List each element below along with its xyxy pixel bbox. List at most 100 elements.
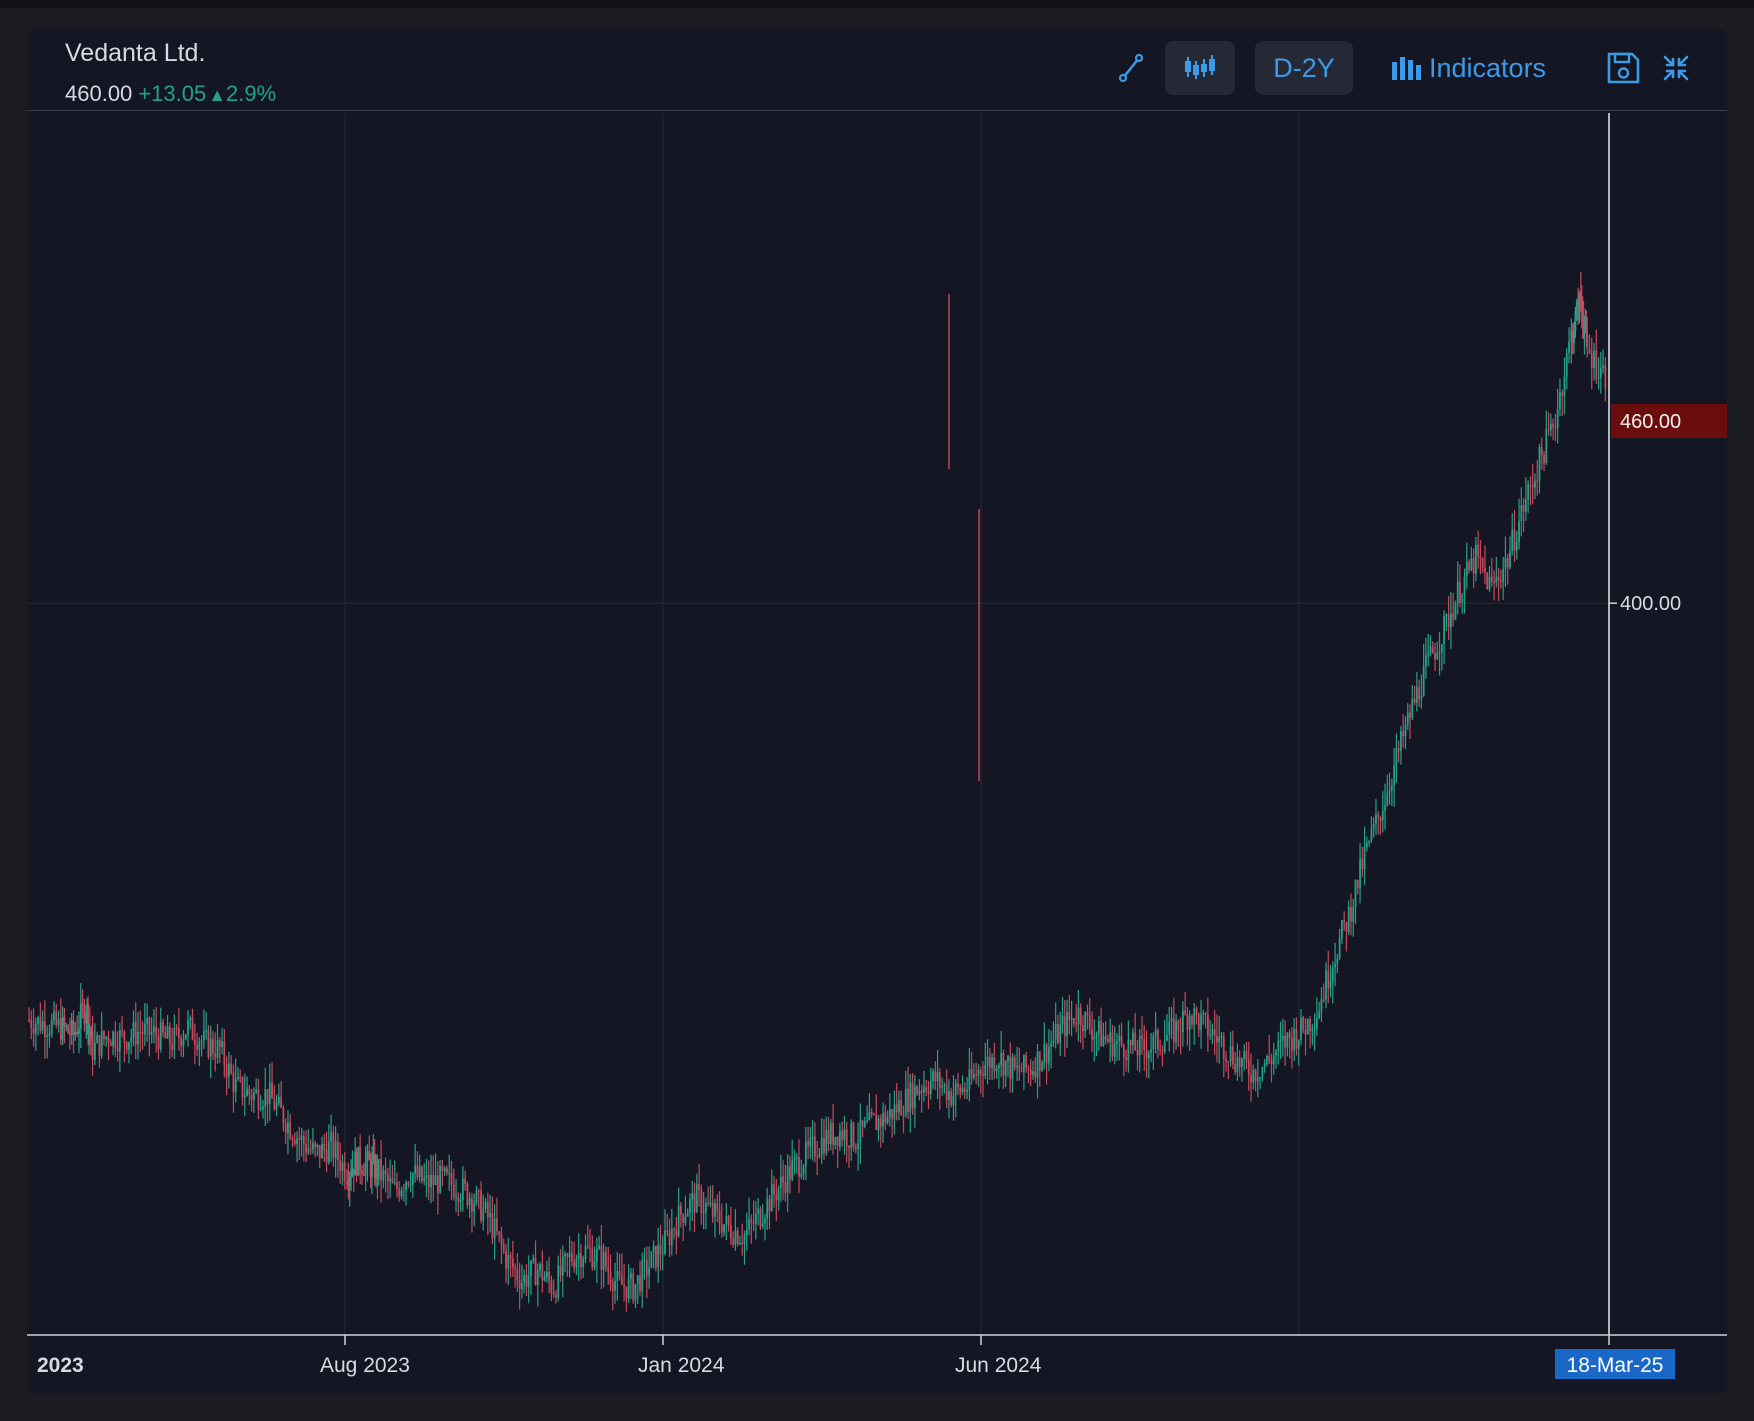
candle-body — [237, 1077, 239, 1080]
candle-body — [570, 1252, 573, 1262]
candle-body — [128, 1042, 130, 1050]
candle-body — [1486, 572, 1489, 590]
candle-body — [1252, 1069, 1255, 1083]
candle-body — [893, 1104, 896, 1120]
candle-body — [339, 1160, 342, 1172]
candle-body — [741, 1242, 744, 1244]
candle-body — [568, 1252, 571, 1257]
candle-body — [1222, 1036, 1225, 1059]
candle-body — [132, 1022, 135, 1038]
candle-body — [1038, 1051, 1041, 1071]
candle-body — [37, 1017, 39, 1025]
window-top-edge — [0, 0, 1754, 8]
candle-body — [1556, 408, 1559, 428]
candle-body — [150, 1032, 153, 1035]
candle-body — [1132, 1032, 1134, 1045]
candle-body — [827, 1129, 830, 1144]
candle-body — [1177, 1020, 1180, 1032]
candle-body — [146, 1018, 149, 1024]
candle-body — [1316, 1018, 1318, 1029]
candle-body — [1381, 810, 1384, 821]
candle-body — [1515, 542, 1518, 551]
candle-body — [652, 1245, 655, 1252]
candle-body — [582, 1258, 585, 1268]
candle-body — [725, 1216, 728, 1225]
candle-body — [209, 1038, 212, 1057]
candle-body — [411, 1173, 414, 1185]
candle-body — [907, 1088, 909, 1112]
candle-body — [1431, 646, 1434, 653]
candle-body — [625, 1286, 628, 1299]
candle-body — [577, 1253, 580, 1260]
candle-body — [234, 1079, 237, 1093]
candle-body — [123, 1031, 126, 1043]
candle-body — [1540, 446, 1543, 456]
candle-body — [639, 1275, 641, 1292]
candle-body — [275, 1103, 278, 1110]
candle-body — [586, 1245, 589, 1248]
candle-body — [337, 1141, 339, 1161]
candle-body — [455, 1197, 457, 1199]
candle-body — [112, 1032, 114, 1047]
candle-body — [1513, 529, 1516, 551]
candle-body — [1172, 1018, 1175, 1043]
candle-body — [616, 1271, 619, 1281]
candle-body — [868, 1112, 871, 1121]
candle-body — [1022, 1055, 1025, 1072]
candle-body — [1377, 814, 1380, 818]
candle-body — [832, 1123, 834, 1145]
candle-body — [516, 1268, 519, 1281]
price-chart[interactable]: 2023 Aug 2023 Jan 2024 Jun 2024 400.00 460.00… — [27, 29, 1727, 1393]
candle-body — [689, 1199, 691, 1213]
candle-body — [1352, 907, 1355, 922]
candle-body — [1277, 1040, 1280, 1052]
candle-body — [770, 1184, 773, 1212]
candle-body — [1107, 1039, 1109, 1042]
candle-body — [1388, 790, 1391, 793]
candle-body — [764, 1218, 766, 1224]
candle-body — [682, 1214, 685, 1223]
candle-body — [1227, 1061, 1230, 1063]
candle-body — [789, 1166, 791, 1180]
candle-body — [1573, 330, 1575, 343]
candle-body — [1191, 1016, 1193, 1025]
candle-body — [707, 1203, 710, 1205]
candle-body — [391, 1178, 394, 1183]
candle-body — [825, 1129, 828, 1154]
candle-body — [425, 1174, 428, 1178]
candle-body — [1127, 1039, 1130, 1060]
candle-body — [1163, 1040, 1166, 1052]
candle-body — [214, 1053, 217, 1058]
candle-body — [1088, 1015, 1091, 1029]
candle-body — [1595, 350, 1598, 378]
candle-body — [1004, 1060, 1007, 1076]
candle-body — [130, 1037, 133, 1043]
candle-body — [1018, 1065, 1021, 1072]
candle-body — [700, 1189, 703, 1214]
candle-body — [1109, 1032, 1112, 1042]
candle-body — [752, 1221, 755, 1224]
candle-body — [1050, 1043, 1053, 1048]
candle-body — [1184, 1010, 1187, 1015]
candle-body — [196, 1044, 198, 1050]
candle-body — [727, 1216, 730, 1226]
crosshair-date-label: 18-Mar-25 — [1567, 1354, 1664, 1377]
candle-body — [1602, 365, 1604, 368]
candle-body — [125, 1042, 128, 1050]
candle-body — [664, 1230, 666, 1254]
candle-body — [729, 1225, 732, 1239]
candle-body — [970, 1068, 973, 1078]
candle-body — [1254, 1069, 1257, 1082]
candle-body — [991, 1057, 993, 1069]
candle-body — [1086, 1012, 1089, 1016]
candle-body — [923, 1087, 925, 1093]
candle-body — [1325, 970, 1327, 1000]
candle-body — [1393, 765, 1396, 786]
candle-body — [609, 1271, 612, 1284]
candle-body — [246, 1088, 248, 1096]
candle-body — [302, 1135, 305, 1145]
candle-body — [107, 1037, 110, 1043]
candle-body — [48, 1033, 51, 1036]
candle-body — [1568, 341, 1570, 353]
candle-body — [1559, 392, 1561, 409]
